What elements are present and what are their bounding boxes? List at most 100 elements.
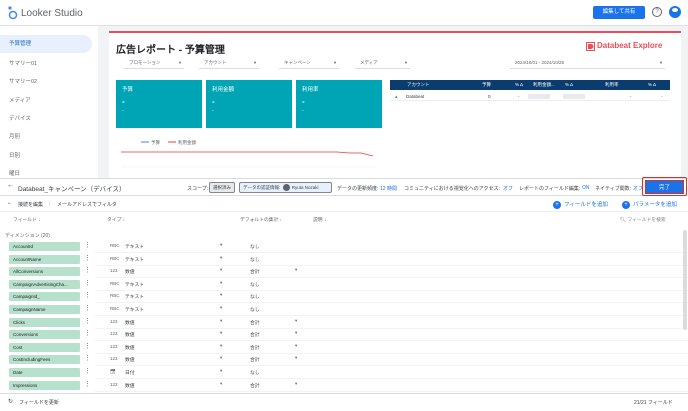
- field-row[interactable]: Date ⋮ 📅︎ 日付 ▾ なし: [0, 367, 688, 379]
- field-type[interactable]: 数値: [125, 344, 135, 351]
- field-row[interactable]: Clicks ⋮ 123 数値 ▾ 合計 ▾: [0, 317, 688, 329]
- agg-dropdown-icon[interactable]: ▾: [295, 343, 297, 349]
- refresh-icon[interactable]: ↻: [8, 398, 13, 405]
- field-aggregation[interactable]: なし: [250, 281, 260, 288]
- more-vert-icon[interactable]: ⋮: [84, 329, 91, 339]
- col-header-description[interactable]: 説明 ↓: [313, 216, 326, 223]
- type-dropdown-icon[interactable]: ▾: [220, 280, 222, 286]
- col-header[interactable]: 利用率: [605, 82, 619, 88]
- field-aggregation[interactable]: なし: [250, 306, 260, 313]
- field-row[interactable]: Impressions ⋮ 123 数値 ▾ 合計 ▾: [0, 380, 688, 392]
- field-name-chip[interactable]: Clicks: [9, 317, 80, 327]
- field-name-chip[interactable]: Conversions: [9, 330, 80, 340]
- more-vert-icon[interactable]: ⋮: [84, 266, 91, 276]
- field-row[interactable]: CampaignName ⋮ RBC テキスト ▾ なし: [0, 304, 688, 316]
- col-header-field[interactable]: フィールド ↓: [13, 216, 41, 223]
- type-dropdown-icon[interactable]: ▾: [220, 305, 222, 311]
- field-aggregation[interactable]: 合計: [250, 344, 260, 351]
- field-aggregation[interactable]: なし: [250, 369, 260, 376]
- field-name-chip[interactable]: Cost: [9, 342, 80, 352]
- field-row[interactable]: CostIncludingFees ⋮ 123 数値 ▾ 合計 ▾: [0, 354, 688, 367]
- edit-and-share-button[interactable]: 編集して共有: [593, 6, 645, 19]
- col-header[interactable]: 利用金額...: [533, 82, 555, 88]
- sidebar-item-device[interactable]: デバイス: [0, 110, 92, 128]
- more-vert-icon[interactable]: ⋮: [84, 367, 91, 377]
- type-dropdown-icon[interactable]: ▾: [220, 355, 222, 361]
- type-dropdown-icon[interactable]: ▾: [220, 368, 222, 374]
- field-search[interactable]: 🔍︎ フィールドを検索: [620, 216, 666, 223]
- field-type[interactable]: 数値: [125, 319, 135, 326]
- scope-chip[interactable]: 選択済み: [209, 182, 235, 193]
- more-vert-icon[interactable]: ⋮: [84, 317, 91, 327]
- more-vert-icon[interactable]: ⋮: [84, 291, 91, 301]
- field-name-chip[interactable]: CostIncludingFees: [9, 355, 80, 365]
- col-header-default-agg[interactable]: デフォルトの集計 ↓: [240, 216, 282, 223]
- field-row[interactable]: CampaignAdvertisingCha... ⋮ RBC テキスト ▾ なし: [0, 279, 688, 291]
- field-row[interactable]: Conversions ⋮ 123 数値 ▾ 合計 ▾: [0, 329, 688, 342]
- sidebar-item-daily[interactable]: 日別: [0, 147, 92, 165]
- field-row[interactable]: AccountId ⋮ RBC テキスト ▾ なし: [0, 241, 688, 253]
- add-parameter-button[interactable]: + パラメータを追加: [622, 200, 677, 209]
- field-aggregation[interactable]: 合計: [250, 356, 260, 363]
- more-vert-icon[interactable]: ⋮: [84, 279, 91, 289]
- filter-promotion[interactable]: プロモーション ▼: [124, 57, 184, 69]
- field-name-chip[interactable]: CampaignName: [9, 305, 80, 314]
- field-type[interactable]: テキスト: [125, 281, 144, 288]
- freshness-value[interactable]: 12 時間: [380, 185, 397, 192]
- more-vert-icon[interactable]: ⋮: [84, 241, 91, 251]
- agg-dropdown-icon[interactable]: ▾: [295, 318, 297, 324]
- col-header[interactable]: % Δ: [515, 82, 523, 87]
- type-dropdown-icon[interactable]: ▾: [220, 242, 222, 248]
- agg-dropdown-icon[interactable]: ▾: [295, 381, 297, 387]
- more-vert-icon[interactable]: ⋮: [84, 354, 91, 364]
- field-name-chip[interactable]: CampaignId_: [9, 292, 80, 302]
- filter-campaign[interactable]: キャンペーン ▼: [279, 57, 339, 69]
- back-arrow-icon[interactable]: ←: [7, 182, 14, 189]
- field-type[interactable]: 数値: [125, 382, 135, 389]
- more-vert-icon[interactable]: ⋮: [84, 342, 91, 352]
- sidebar-item-summary02[interactable]: サマリー02: [0, 73, 92, 91]
- field-type[interactable]: テキスト: [125, 243, 144, 250]
- agg-dropdown-icon[interactable]: ▾: [295, 330, 297, 336]
- more-vert-icon[interactable]: ⋮: [84, 304, 91, 314]
- field-aggregation[interactable]: 合計: [250, 319, 260, 326]
- edit-connection-link[interactable]: 接続を編集: [18, 201, 43, 208]
- field-aggregation[interactable]: なし: [250, 243, 260, 250]
- agg-dropdown-icon[interactable]: ▾: [295, 355, 297, 361]
- col-header-type[interactable]: タイプ ↓: [107, 216, 125, 223]
- col-header[interactable]: アカウント: [407, 82, 430, 88]
- type-dropdown-icon[interactable]: ▾: [220, 318, 222, 324]
- field-row[interactable]: CampaignId_ ⋮ RBC テキスト ▾ なし: [0, 291, 688, 304]
- type-dropdown-icon[interactable]: ▾: [220, 292, 222, 298]
- field-aggregation[interactable]: 合計: [250, 382, 260, 389]
- help-icon[interactable]: ?: [652, 7, 662, 17]
- col-header[interactable]: % Δ: [565, 82, 573, 87]
- field-edit-value[interactable]: ON: [582, 185, 590, 191]
- field-aggregation[interactable]: 合計: [250, 331, 260, 338]
- type-dropdown-icon[interactable]: ▾: [220, 381, 222, 387]
- filter-by-email-link[interactable]: メールアドレスでフィルタ: [57, 201, 117, 208]
- sidebar-item-summary01[interactable]: サマリー01: [0, 55, 92, 73]
- field-type[interactable]: 数値: [125, 331, 135, 338]
- field-type[interactable]: 日付: [125, 369, 135, 376]
- community-value[interactable]: オフ: [503, 185, 513, 192]
- refresh-fields-button[interactable]: フィールドを更新: [19, 399, 59, 406]
- sidebar-item-media[interactable]: メディア: [0, 92, 92, 110]
- type-dropdown-icon[interactable]: ▾: [220, 343, 222, 349]
- back-arrow-icon[interactable]: ←: [7, 200, 13, 206]
- field-row[interactable]: AccountName ⋮ RBC テキスト ▾ なし: [0, 254, 688, 266]
- done-button[interactable]: 完了: [645, 180, 684, 194]
- field-type[interactable]: テキスト: [125, 293, 144, 300]
- field-type[interactable]: テキスト: [125, 256, 144, 263]
- agg-dropdown-icon[interactable]: ▾: [295, 267, 297, 273]
- avatar[interactable]: [669, 6, 681, 18]
- type-dropdown-icon[interactable]: ▾: [220, 267, 222, 273]
- field-aggregation[interactable]: なし: [250, 293, 260, 300]
- sidebar-item-budget[interactable]: 予算管理: [0, 35, 92, 53]
- field-type[interactable]: 数値: [125, 356, 135, 363]
- sidebar-item-monthly[interactable]: 月別: [0, 128, 92, 146]
- field-name-chip[interactable]: Impressions: [9, 380, 80, 390]
- field-type[interactable]: 数値: [125, 268, 135, 275]
- field-name-chip[interactable]: AccountId: [9, 242, 80, 251]
- more-vert-icon[interactable]: ⋮: [84, 254, 91, 264]
